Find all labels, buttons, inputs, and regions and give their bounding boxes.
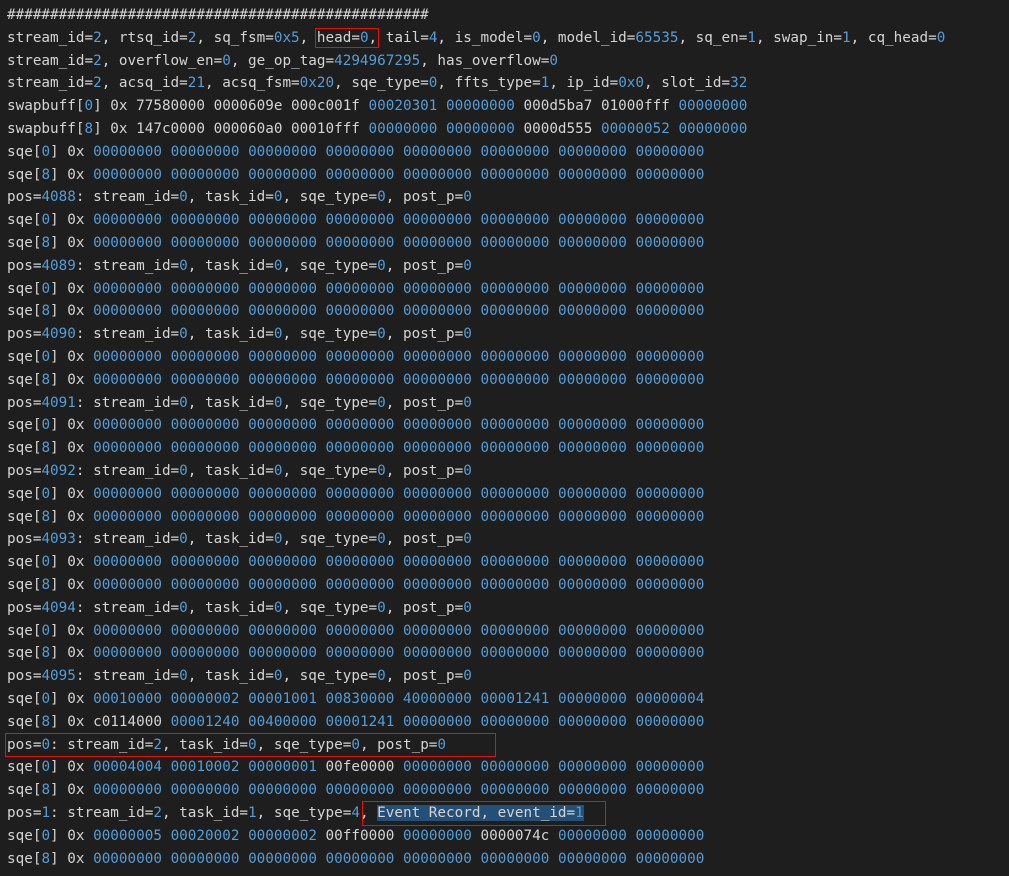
log-line: pos=4088: stream_id=0, task_id=0, sqe_ty… [7, 189, 472, 206]
log-line: sqe[0] 0x 00004004 00010002 00000001 00f… [7, 759, 705, 776]
log-line: sqe[8] 0x 00000000 00000000 00000000 000… [7, 440, 705, 457]
log-line: sqe[8] 0x 00000000 00000000 00000000 000… [7, 782, 705, 799]
log-line: swapbuff[8] 0x 147c0000 000060a0 00010ff… [7, 121, 748, 137]
log-line: sqe[0] 0x 00000000 00000000 00000000 000… [7, 143, 705, 160]
log-line: ########################################… [7, 7, 429, 23]
log-line: sqe[8] 0x c0114000 00001240 00400000 000… [7, 713, 705, 730]
log-line: sqe[8] 0x 00000000 00000000 00000000 000… [7, 235, 705, 251]
log-line: pos=4089: stream_id=0, task_id=0, sqe_ty… [7, 257, 472, 274]
log-line: sqe[8] 0x 00000000 00000000 00000000 000… [7, 577, 705, 593]
log-line: sqe[8] 0x 00000000 00000000 00000000 000… [7, 508, 705, 525]
log-line: sqe[8] 0x 00000000 00000000 00000000 000… [7, 645, 705, 662]
log-line: sqe[0] 0x 00000000 00000000 00000000 000… [7, 554, 705, 571]
log-line: sqe[0] 0x 00000000 00000000 00000000 000… [7, 485, 705, 502]
log-line: stream_id=2, rtsq_id=2, sq_fsm=0x5, head… [7, 27, 946, 48]
log-line: sqe[0] 0x 00000000 00000000 00000000 000… [7, 280, 705, 297]
log-line: pos=1: stream_id=2, task_id=1, sqe_type=… [7, 805, 584, 821]
log-line: pos=4091: stream_id=0, task_id=0, sqe_ty… [7, 394, 472, 411]
log-line: sqe[0] 0x 00000000 00000000 00000000 000… [7, 349, 705, 365]
log-line: pos=4090: stream_id=0, task_id=0, sqe_ty… [7, 326, 472, 343]
log-line: sqe[8] 0x 00000000 00000000 00000000 000… [7, 166, 705, 183]
log-line: stream_id=2, acsq_id=21, acsq_fsm=0x20, … [7, 75, 748, 92]
log-line: sqe[0] 0x 00000005 00020002 00000002 00f… [7, 827, 705, 844]
log-line: sqe[8] 0x 00000000 00000000 00000000 000… [7, 371, 705, 388]
log-line: pos=4094: stream_id=0, task_id=0, sqe_ty… [7, 599, 472, 616]
log-line: sqe[8] 0x 00000000 00000000 00000000 000… [7, 303, 705, 320]
log-output-view: ########################################… [0, 0, 1009, 876]
log-line: sqe[0] 0x 00010000 00000002 00001001 008… [7, 691, 705, 707]
log-line: sqe[8] 0x 00000000 00000000 00000000 000… [7, 850, 705, 867]
log-line: pos=0: stream_id=2, task_id=0, sqe_type=… [7, 736, 447, 753]
log-line: pos=4095: stream_id=0, task_id=0, sqe_ty… [7, 668, 472, 685]
log-line: swapbuff[0] 0x 77580000 0000609e 000c001… [7, 98, 748, 115]
log-line: pos=4092: stream_id=0, task_id=0, sqe_ty… [7, 463, 472, 479]
log-line: sqe[0] 0x 00000000 00000000 00000000 000… [7, 212, 705, 229]
log-line: pos=4093: stream_id=0, task_id=0, sqe_ty… [7, 531, 472, 548]
log-line: sqe[0] 0x 00000000 00000000 00000000 000… [7, 622, 705, 639]
log-line: stream_id=2, overflow_en=0, ge_op_tag=42… [7, 52, 558, 69]
log-line: sqe[0] 0x 00000000 00000000 00000000 000… [7, 417, 705, 434]
